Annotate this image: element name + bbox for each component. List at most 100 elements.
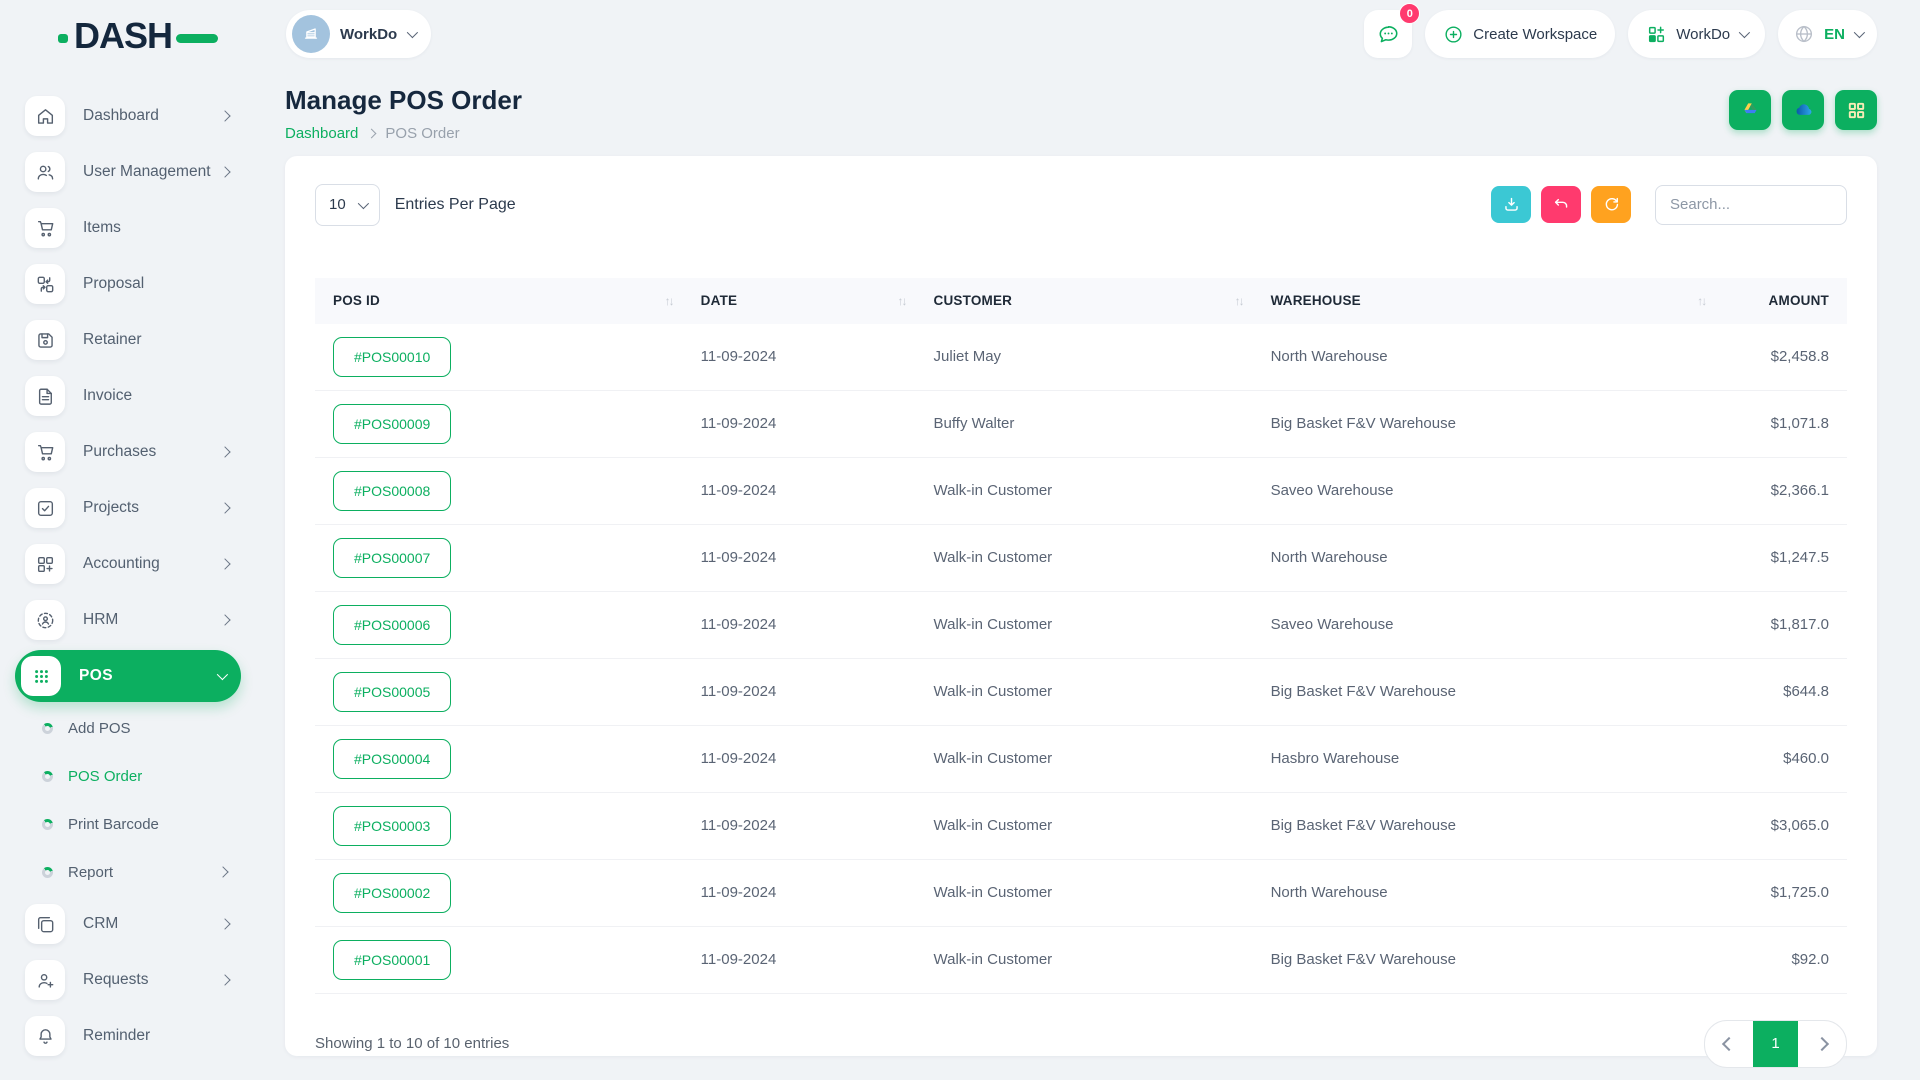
main-content: Manage POS Order Dashboard POS Order xyxy=(257,72,1920,1056)
sidebar-item[interactable]: User Management xyxy=(0,144,257,200)
google-drive-icon xyxy=(1739,99,1762,122)
pos-id-link[interactable]: #POS00002 xyxy=(333,873,451,913)
cart-icon xyxy=(25,208,65,248)
language-dropdown[interactable]: EN xyxy=(1778,10,1877,58)
pos-id-link[interactable]: #POS00005 xyxy=(333,672,451,712)
pos-id-link[interactable]: #POS00007 xyxy=(333,538,451,578)
pagination-next-button[interactable] xyxy=(1798,1021,1846,1067)
column-header[interactable]: AMOUNT xyxy=(1715,278,1847,324)
cell-date: 11-09-2024 xyxy=(683,591,916,658)
cell-warehouse: Big Basket F&V Warehouse xyxy=(1253,792,1716,859)
cell-warehouse: Big Basket F&V Warehouse xyxy=(1253,926,1716,993)
column-header[interactable]: WAREHOUSE↑↓ xyxy=(1253,278,1716,324)
grid-apps-button[interactable] xyxy=(1835,90,1877,130)
table-row: #POS00004 11-09-2024 Walk-in Customer Ha… xyxy=(315,725,1847,792)
sidebar-item[interactable]: Accounting xyxy=(0,536,257,592)
cell-date: 11-09-2024 xyxy=(683,859,916,926)
pos-id-link[interactable]: #POS00009 xyxy=(333,404,451,444)
globe-icon xyxy=(1793,23,1815,45)
sidebar-item[interactable]: Purchases xyxy=(0,424,257,480)
search-input[interactable] xyxy=(1655,185,1847,225)
column-header[interactable]: DATE↑↓ xyxy=(683,278,916,324)
column-header[interactable]: CUSTOMER↑↓ xyxy=(916,278,1253,324)
google-drive-button[interactable] xyxy=(1729,90,1771,130)
bullet-icon xyxy=(42,867,53,878)
sidebar-item-label: Projects xyxy=(83,499,139,517)
sidebar-item-label: User Management xyxy=(83,163,211,181)
sidebar-item[interactable]: POS xyxy=(15,650,241,702)
reset-button[interactable] xyxy=(1541,186,1581,223)
undo-icon xyxy=(1552,195,1571,214)
breadcrumb: Dashboard POS Order xyxy=(285,125,522,142)
refresh-icon xyxy=(1602,195,1621,214)
pos-id-link[interactable]: #POS00008 xyxy=(333,471,451,511)
table-body: #POS00010 11-09-2024 Juliet May North Wa… xyxy=(315,324,1847,994)
sort-icon[interactable]: ↑↓ xyxy=(665,294,673,308)
sort-icon[interactable]: ↑↓ xyxy=(1235,294,1243,308)
chat-icon xyxy=(1376,22,1401,47)
pos-id-link[interactable]: #POS00004 xyxy=(333,739,451,779)
breadcrumb-dashboard-link[interactable]: Dashboard xyxy=(285,125,358,142)
pos-id-link[interactable]: #POS00010 xyxy=(333,337,451,377)
cell-date: 11-09-2024 xyxy=(683,390,916,457)
chevron-right-icon xyxy=(219,974,230,985)
sidebar-subitem[interactable]: POS Order xyxy=(0,752,257,800)
cell-warehouse: Hasbro Warehouse xyxy=(1253,725,1716,792)
logo-dash xyxy=(176,34,218,43)
sidebar-item[interactable]: Reminder xyxy=(0,1008,257,1064)
sort-icon[interactable]: ↑↓ xyxy=(898,294,906,308)
sidebar-subitem-label: POS Order xyxy=(68,768,142,785)
pos-order-card: 10 Entries Per Page xyxy=(285,156,1877,1056)
pos-id-link[interactable]: #POS00003 xyxy=(333,806,451,846)
sidebar-item[interactable]: Requests xyxy=(0,952,257,1008)
chevron-right-icon xyxy=(219,502,230,513)
pos-id-link[interactable]: #POS00006 xyxy=(333,605,451,645)
table-row: #POS00002 11-09-2024 Walk-in Customer No… xyxy=(315,859,1847,926)
sidebar-subitem[interactable]: Report xyxy=(0,848,257,896)
create-workspace-button[interactable]: Create Workspace xyxy=(1425,10,1615,58)
column-header[interactable]: POS ID↑↓ xyxy=(315,278,683,324)
cell-amount: $1,071.8 xyxy=(1715,390,1847,457)
column-header-label: AMOUNT xyxy=(1769,293,1829,308)
pagination-prev-button[interactable] xyxy=(1705,1021,1753,1067)
sidebar-item[interactable]: Invoice xyxy=(0,368,257,424)
cell-amount: $460.0 xyxy=(1715,725,1847,792)
sidebar-item[interactable]: Retainer xyxy=(0,312,257,368)
bullet-icon xyxy=(42,771,53,782)
sidebar-item[interactable]: CRM xyxy=(0,896,257,952)
sidebar-subitem[interactable]: Add POS xyxy=(0,704,257,752)
sort-icon[interactable]: ↑↓ xyxy=(1697,294,1705,308)
pos-id-link[interactable]: #POS00001 xyxy=(333,940,451,980)
sidebar-item[interactable]: Projects xyxy=(0,480,257,536)
sidebar-item-label: POS xyxy=(79,667,113,685)
sidebar-item[interactable]: HRM xyxy=(0,592,257,648)
sidebar-subitem[interactable]: Print Barcode xyxy=(0,800,257,848)
entries-per-page-value: 10 xyxy=(329,196,346,213)
onedrive-button[interactable] xyxy=(1782,90,1824,130)
cell-amount: $1,725.0 xyxy=(1715,859,1847,926)
crm-icon xyxy=(25,904,65,944)
grid-icon xyxy=(1845,99,1868,122)
cell-warehouse: North Warehouse xyxy=(1253,524,1716,591)
refresh-button[interactable] xyxy=(1591,186,1631,223)
users-icon xyxy=(25,152,65,192)
sidebar-item[interactable]: Proposal xyxy=(0,256,257,312)
plus-circle-icon xyxy=(1443,24,1464,45)
sidebar-item[interactable]: Items xyxy=(0,200,257,256)
logo-text: DASH xyxy=(74,15,172,56)
cell-customer: Walk-in Customer xyxy=(916,524,1253,591)
workspace-dropdown[interactable]: WorkDo xyxy=(1628,10,1765,58)
logo[interactable]: DASH xyxy=(74,14,172,58)
cell-warehouse: Saveo Warehouse xyxy=(1253,457,1716,524)
entries-per-page-select[interactable]: 10 xyxy=(315,184,380,226)
bullet-icon xyxy=(42,723,53,734)
messages-button[interactable]: 0 xyxy=(1364,10,1412,58)
cell-date: 11-09-2024 xyxy=(683,324,916,391)
export-button[interactable] xyxy=(1491,186,1531,223)
cell-amount: $1,817.0 xyxy=(1715,591,1847,658)
sidebar-item[interactable]: Dashboard xyxy=(0,88,257,144)
workspace-switcher[interactable]: WorkDo xyxy=(286,10,431,58)
sidebar: Dashboard User Management Items Proposal… xyxy=(0,88,257,1064)
pagination-page-1[interactable]: 1 xyxy=(1753,1021,1798,1067)
bell-icon xyxy=(25,1016,65,1056)
